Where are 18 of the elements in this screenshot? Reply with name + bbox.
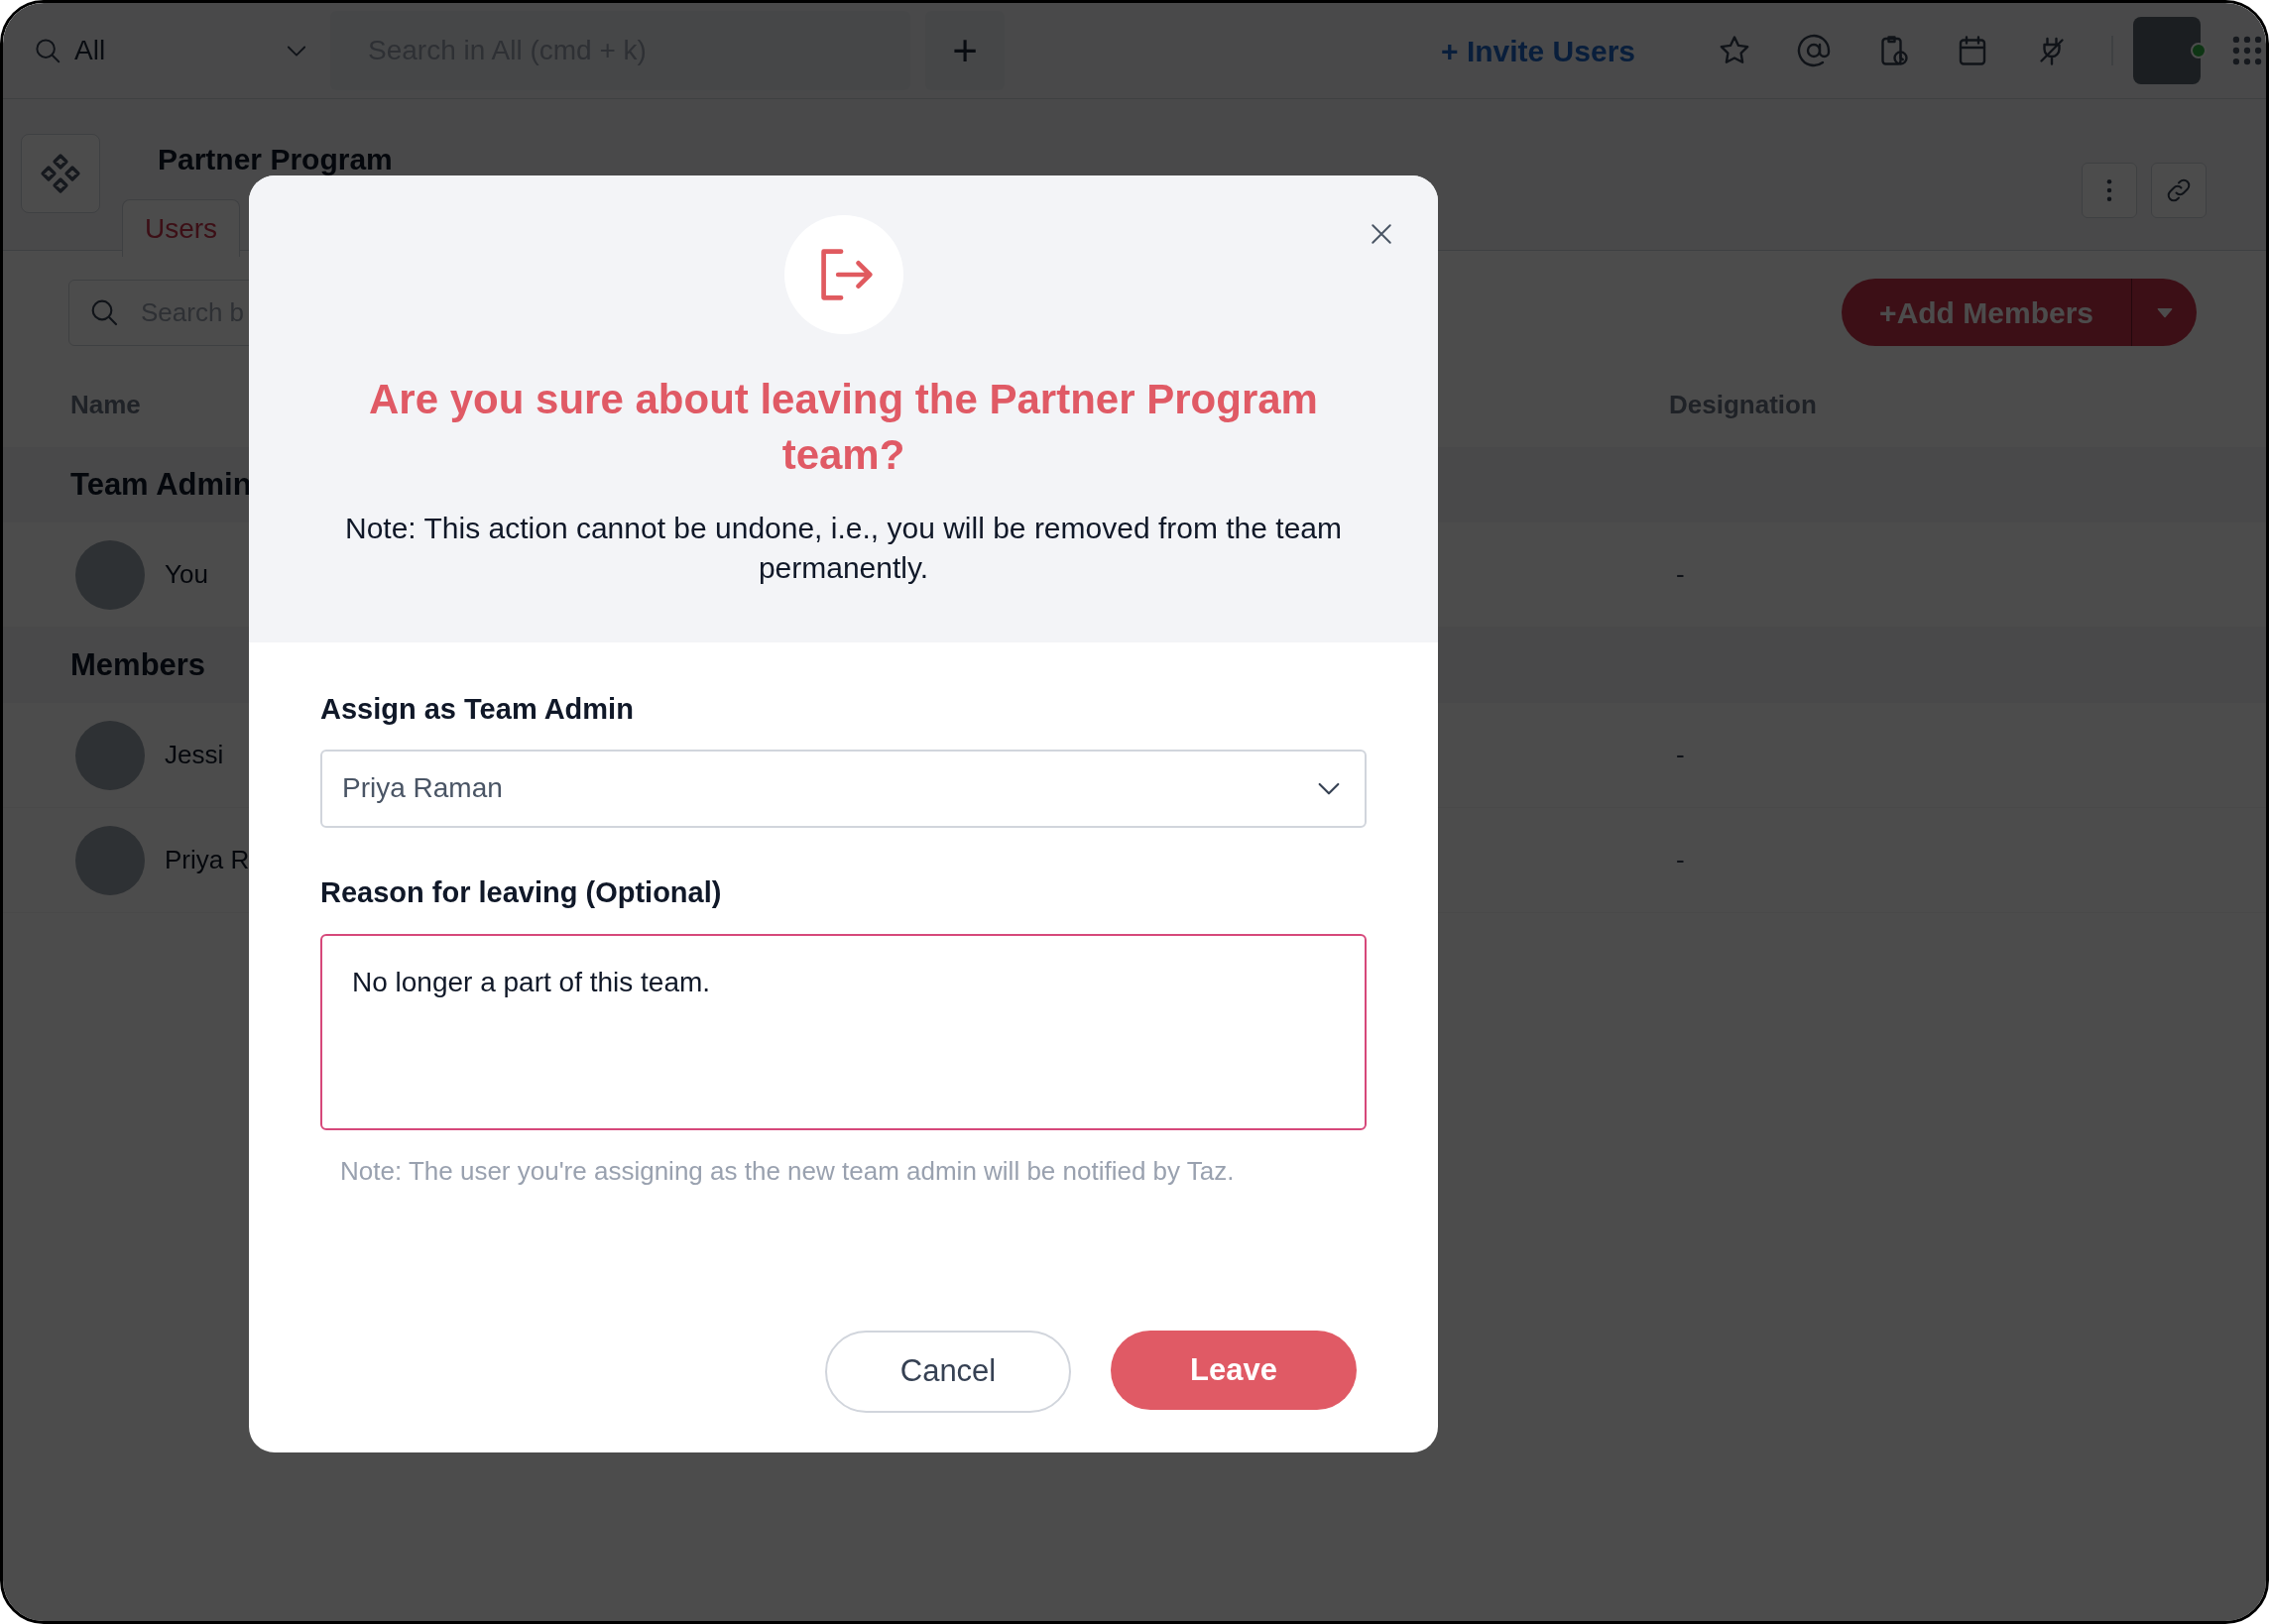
designation-cell-text: - (1676, 558, 1685, 591)
cancel-button[interactable]: Cancel (825, 1331, 1071, 1413)
group-heading: Members (70, 645, 206, 684)
designation-cell-text: - (1676, 739, 1685, 771)
member-name: You (165, 558, 208, 591)
field-label: Reason for leaving (Optional) (320, 874, 723, 910)
team-admin-dropdown[interactable]: Priya Raman (320, 749, 1367, 828)
reason-textarea[interactable]: No longer a part of this team. (320, 934, 1367, 1130)
dialog-title: Are you sure about leaving the Partner Program team? (368, 375, 1319, 480)
leave-button[interactable]: Leave (1111, 1331, 1357, 1410)
team-name: Partner Program (158, 142, 393, 177)
warning-note: Note: This action cannot be undone, i.e., you will be removed from the team permanently. (344, 511, 1343, 586)
designation-cell-text: - (1676, 844, 1685, 876)
member-name: Jessi (165, 739, 224, 771)
group-heading: Team Admin (70, 465, 252, 504)
field-label: Assign as Team Admin (320, 692, 635, 727)
member-name: Priya R (165, 844, 250, 876)
hint-text: Note: The user you're assigning as the new team admin will be notified by Taz. (339, 1155, 1236, 1188)
